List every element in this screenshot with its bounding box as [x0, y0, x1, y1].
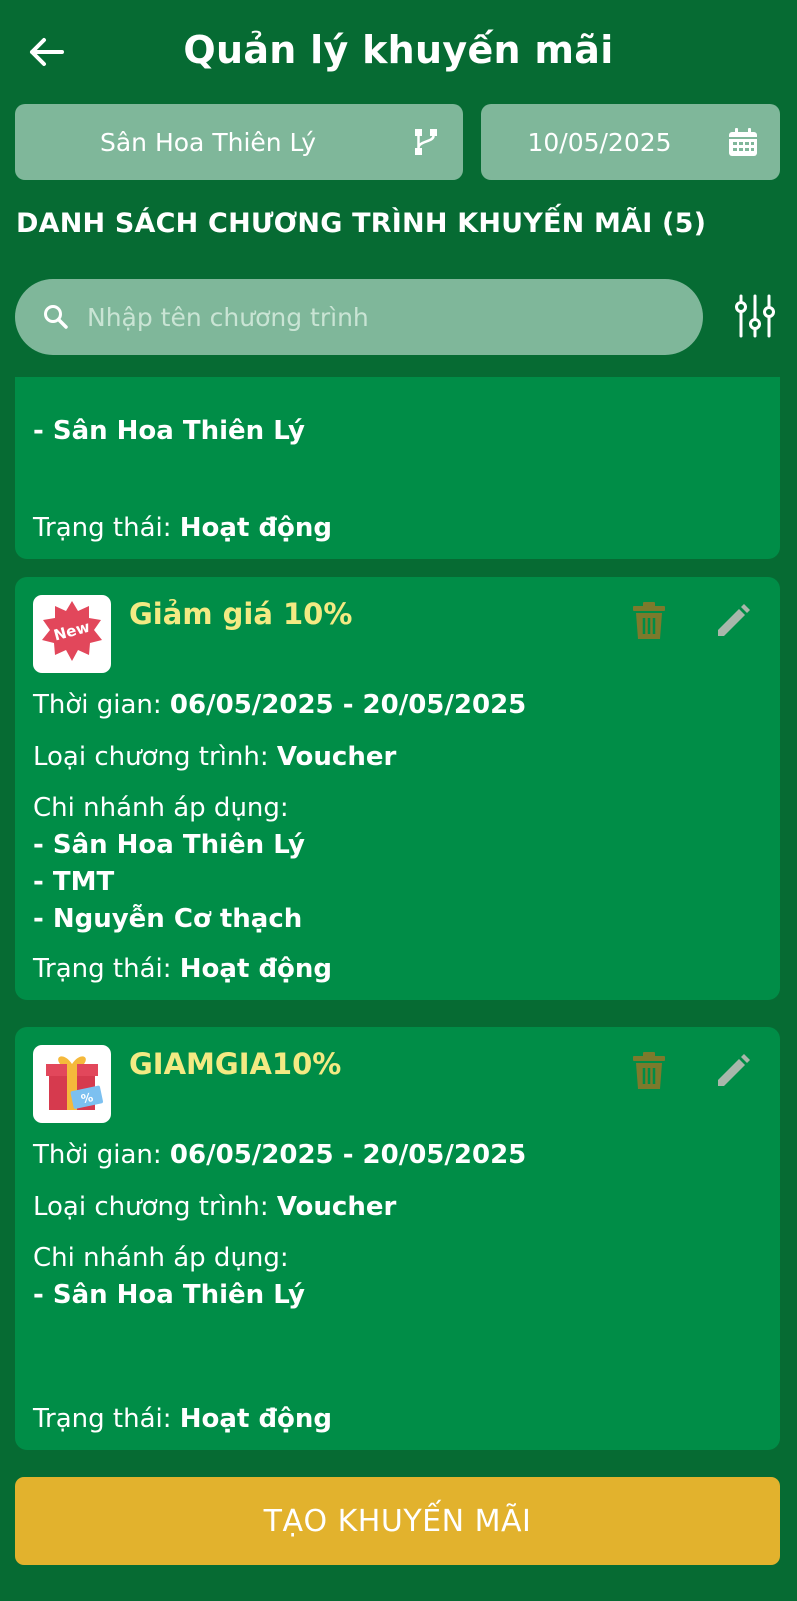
- promotion-card[interactable]: % GIAMGIA10% Thời gian: 06/05/2025 - 20/…: [15, 1027, 780, 1450]
- status-value: Hoạt động: [179, 513, 333, 543]
- branch-item: - Sân Hoa Thiên Lý: [33, 1280, 305, 1310]
- app-header: Quản lý khuyến mãi: [0, 0, 797, 104]
- status-line: Trạng thái: Hoạt động: [33, 1401, 332, 1437]
- promotion-image: New: [33, 595, 111, 673]
- search-bar: [15, 279, 703, 355]
- pencil-icon: [715, 603, 751, 643]
- trash-icon: [631, 1051, 667, 1095]
- time-value: 06/05/2025 - 20/05/2025: [169, 690, 527, 720]
- page-title: Quản lý khuyến mãi: [183, 28, 614, 72]
- calendar-icon: [718, 127, 768, 157]
- status-label: Trạng thái:: [33, 954, 180, 984]
- trash-icon: [631, 601, 667, 645]
- branch-tree-icon: [401, 127, 451, 157]
- branch-item: - Sân Hoa Thiên Lý: [33, 830, 305, 860]
- promotion-name: Giảm giá 10%: [129, 597, 353, 631]
- filter-button[interactable]: [730, 292, 780, 344]
- delete-button[interactable]: [627, 601, 671, 645]
- promotion-list[interactable]: - Sân Hoa Thiên Lý Trạng thái: Hoạt động…: [0, 377, 797, 1460]
- type-value: Voucher: [276, 1192, 397, 1222]
- branches-label: Chi nhánh áp dụng:: [33, 1243, 289, 1273]
- promotion-image: %: [33, 1045, 111, 1123]
- type-line: Loại chương trình: Voucher: [33, 1189, 396, 1225]
- branch-item: - Sân Hoa Thiên Lý: [33, 416, 305, 446]
- type-line: Loại chương trình: Voucher: [33, 739, 396, 775]
- promotion-name: GIAMGIA10%: [129, 1047, 342, 1081]
- search-input[interactable]: [87, 287, 703, 347]
- branch-selector-value: Sân Hoa Thiên Lý: [99, 127, 316, 157]
- type-value: Voucher: [276, 742, 397, 772]
- time-line: Thời gian: 06/05/2025 - 20/05/2025: [33, 687, 526, 723]
- type-label: Loại chương trình:: [33, 742, 277, 772]
- sliders-icon: [734, 293, 776, 343]
- status-value: Hoạt động: [179, 1404, 333, 1434]
- date-selector[interactable]: 10/05/2025: [481, 104, 780, 180]
- search-icon: [15, 304, 87, 330]
- branch-item: - TMT: [33, 867, 115, 897]
- branch-item: - Nguyễn Cơ thạch: [33, 904, 303, 934]
- time-line: Thời gian: 06/05/2025 - 20/05/2025: [33, 1137, 526, 1173]
- branches-label: Chi nhánh áp dụng:: [33, 793, 289, 823]
- edit-button[interactable]: [711, 601, 755, 645]
- gift-voucher-icon: %: [38, 1048, 106, 1120]
- promotion-card[interactable]: - Sân Hoa Thiên Lý Trạng thái: Hoạt động: [15, 377, 780, 559]
- new-badge-icon: New: [38, 598, 106, 670]
- pencil-icon: [715, 1053, 751, 1093]
- type-label: Loại chương trình:: [33, 1192, 277, 1222]
- time-label: Thời gian:: [33, 1140, 170, 1170]
- create-promotion-button[interactable]: TẠO KHUYẾN MÃI: [15, 1477, 780, 1565]
- status-label: Trạng thái:: [33, 513, 180, 543]
- delete-button[interactable]: [627, 1051, 671, 1095]
- branch-selector[interactable]: Sân Hoa Thiên Lý: [15, 104, 463, 180]
- status-line: Trạng thái: Hoạt động: [33, 951, 332, 987]
- status-value: Hoạt động: [179, 954, 333, 984]
- time-label: Thời gian:: [33, 690, 170, 720]
- status-line: Trạng thái: Hoạt động: [33, 510, 332, 546]
- status-label: Trạng thái:: [33, 1404, 180, 1434]
- date-selector-value: 10/05/2025: [527, 127, 672, 157]
- promotion-card[interactable]: New Giảm giá 10% Thời gian: 06/05/2025 -…: [15, 577, 780, 1000]
- edit-button[interactable]: [711, 1051, 755, 1095]
- time-value: 06/05/2025 - 20/05/2025: [169, 1140, 527, 1170]
- promotion-list-title: DANH SÁCH CHƯƠNG TRÌNH KHUYẾN MÃI (5): [16, 208, 707, 239]
